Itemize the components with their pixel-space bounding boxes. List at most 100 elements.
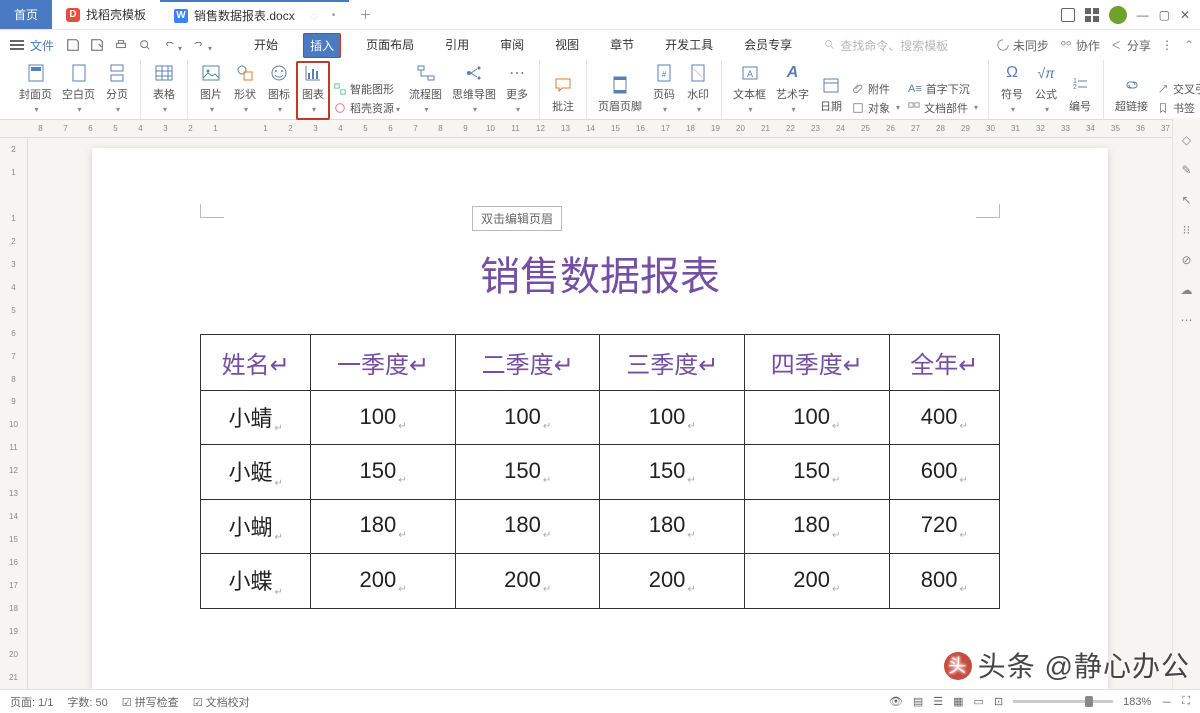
docparts-button[interactable]: 文档部件 xyxy=(908,100,978,116)
window-minimize-icon[interactable]: — xyxy=(1137,8,1149,22)
table-cell[interactable]: 小蜻↵ xyxy=(201,391,311,445)
share-button[interactable]: 分享 xyxy=(1110,37,1151,54)
status-view-web-icon[interactable]: ▦ xyxy=(953,695,963,708)
ribbon-collapse-icon[interactable]: ⌃ xyxy=(1184,38,1194,52)
close-tab-icon[interactable]: • xyxy=(332,10,336,21)
menu-sections[interactable]: 章节 xyxy=(604,33,640,58)
menu-vip[interactable]: 会员专享 xyxy=(738,33,798,58)
more-menu[interactable]: ⋮ xyxy=(1161,38,1174,52)
side-cloud-icon[interactable]: ☁ xyxy=(1179,282,1195,298)
menu-references[interactable]: 引用 xyxy=(439,33,475,58)
table-header[interactable]: 四季度↵ xyxy=(745,335,890,391)
page-area[interactable]: 双击编辑页眉 销售数据报表 姓名↵一季度↵二季度↵三季度↵四季度↵全年↵ 小蜻↵… xyxy=(28,138,1172,689)
table-cell[interactable]: 小蝶↵ xyxy=(201,554,311,608)
table-row[interactable]: 小蜻↵100↵100↵100↵100↵400↵ xyxy=(201,391,1000,445)
table-cell[interactable]: 100↵ xyxy=(311,391,456,445)
header-edit-tip[interactable]: 双击编辑页眉 xyxy=(472,206,562,231)
search-box[interactable]: 查找命令、搜索模板 xyxy=(824,37,948,54)
mindmap-button[interactable]: 思维导图 xyxy=(447,61,501,120)
sync-status[interactable]: 未同步 xyxy=(996,37,1049,54)
comment-button[interactable]: 批注 xyxy=(546,73,580,120)
tab-templates[interactable]: D 找稻壳模板 xyxy=(52,0,160,29)
flowchart-button[interactable]: 流程图 xyxy=(404,61,447,120)
side-help-icon[interactable]: ⊘ xyxy=(1179,252,1195,268)
side-pencil-icon[interactable]: ✎ xyxy=(1179,162,1195,178)
fullscreen-icon[interactable]: ⛶ xyxy=(1182,695,1190,708)
table-header[interactable]: 全年↵ xyxy=(889,335,999,391)
status-spellcheck[interactable]: ☑ 拼写检查 xyxy=(122,694,179,710)
shapes-button[interactable]: 形状 xyxy=(228,61,262,120)
table-cell[interactable]: 200↵ xyxy=(455,554,600,608)
picture-button[interactable]: 图片 xyxy=(194,61,228,120)
table-cell[interactable]: 800↵ xyxy=(889,554,999,608)
table-cell[interactable]: 400↵ xyxy=(889,391,999,445)
table-row[interactable]: 小蝶↵200↵200↵200↵200↵800↵ xyxy=(201,554,1000,608)
table-row[interactable]: 小蜓↵150↵150↵150↵150↵600↵ xyxy=(201,445,1000,499)
table-cell[interactable]: 200↵ xyxy=(311,554,456,608)
side-select-icon[interactable]: ↖ xyxy=(1179,192,1195,208)
table-cell[interactable]: 600↵ xyxy=(889,445,999,499)
side-settings-icon[interactable]: ⁝⁝ xyxy=(1179,222,1195,238)
qat-saveas-icon[interactable] xyxy=(90,38,104,52)
data-table[interactable]: 姓名↵一季度↵二季度↵三季度↵四季度↵全年↵ 小蜻↵100↵100↵100↵10… xyxy=(200,334,1000,609)
page-break-button[interactable]: 分页 xyxy=(100,61,134,120)
status-eye-icon[interactable]: 👁 xyxy=(889,695,903,708)
page-number-button[interactable]: #页码 xyxy=(647,61,681,120)
document-title[interactable]: 销售数据报表 xyxy=(200,244,1000,302)
table-cell[interactable]: 小蝴↵ xyxy=(201,499,311,553)
table-cell[interactable]: 150↵ xyxy=(600,445,745,499)
status-view-outline-icon[interactable]: ☰ xyxy=(933,695,943,708)
date-button[interactable]: 日期 xyxy=(814,73,848,120)
zoom-value[interactable]: 183% xyxy=(1123,696,1151,708)
hamburger-menu[interactable] xyxy=(10,40,24,50)
workspace-icon[interactable] xyxy=(1061,8,1075,22)
menu-insert[interactable]: 插入 xyxy=(303,33,341,58)
table-cell[interactable]: 100↵ xyxy=(745,391,890,445)
zoom-slider[interactable] xyxy=(1013,700,1113,703)
status-view-read-icon[interactable]: ▭ xyxy=(974,695,984,708)
symbol-button[interactable]: Ω符号 xyxy=(995,61,1029,120)
vertical-ruler[interactable]: 21123456789101112131415161718192021 xyxy=(0,138,28,689)
status-proofread[interactable]: ☑ 文档校对 xyxy=(193,694,250,710)
add-tab-button[interactable]: ＋ xyxy=(349,0,381,29)
table-cell[interactable]: 180↵ xyxy=(600,499,745,553)
object-button[interactable]: 对象 xyxy=(852,100,900,116)
table-row[interactable]: 小蝴↵180↵180↵180↵180↵720↵ xyxy=(201,499,1000,553)
icons-button[interactable]: 图标 xyxy=(262,61,296,120)
wordart-button[interactable]: A艺术字 xyxy=(771,61,814,120)
file-menu[interactable]: 文件 xyxy=(30,37,54,54)
qat-redo-icon[interactable] xyxy=(192,37,212,54)
menu-start[interactable]: 开始 xyxy=(248,33,284,58)
attachment-button[interactable]: 附件 xyxy=(852,81,900,97)
collaborate-button[interactable]: 协作 xyxy=(1059,37,1100,54)
numbering-button[interactable]: 12编号 xyxy=(1063,73,1097,120)
table-cell[interactable]: 200↵ xyxy=(600,554,745,608)
window-maximize-icon[interactable]: ▢ xyxy=(1159,8,1170,22)
save-indicator-icon[interactable]: ◌ xyxy=(311,9,318,23)
bookmark-button[interactable]: 书签 xyxy=(1157,100,1200,116)
qat-save-icon[interactable] xyxy=(66,38,80,52)
table-header[interactable]: 姓名↵ xyxy=(201,335,311,391)
table-cell[interactable]: 150↵ xyxy=(311,445,456,499)
window-close-icon[interactable]: ✕ xyxy=(1180,8,1190,22)
app-grid-icon[interactable] xyxy=(1085,8,1099,22)
header-footer-button[interactable]: 页眉页脚 xyxy=(593,73,647,120)
table-header[interactable]: 三季度↵ xyxy=(600,335,745,391)
table-header[interactable]: 一季度↵ xyxy=(311,335,456,391)
side-toolbox-icon[interactable]: ◇ xyxy=(1179,132,1195,148)
table-button[interactable]: 表格 xyxy=(147,61,181,120)
watermark-button[interactable]: 水印 xyxy=(681,61,715,120)
equation-button[interactable]: √π公式 xyxy=(1029,61,1063,120)
menu-layout[interactable]: 页面布局 xyxy=(360,33,420,58)
table-cell[interactable]: 小蜓↵ xyxy=(201,445,311,499)
menu-review[interactable]: 审阅 xyxy=(494,33,530,58)
blank-page-button[interactable]: 空白页 xyxy=(57,61,100,120)
table-cell[interactable]: 100↵ xyxy=(455,391,600,445)
status-wordcount[interactable]: 字数: 50 xyxy=(67,694,107,710)
hyperlink-button[interactable]: 超链接 xyxy=(1110,73,1153,120)
tab-document[interactable]: W 销售数据报表.docx ◌ • xyxy=(160,0,349,29)
smartart-button[interactable]: 智能图形 xyxy=(334,81,400,97)
table-cell[interactable]: 150↵ xyxy=(455,445,600,499)
zoom-out-icon[interactable]: － xyxy=(1161,694,1172,710)
textbox-button[interactable]: A文本框 xyxy=(728,61,771,120)
